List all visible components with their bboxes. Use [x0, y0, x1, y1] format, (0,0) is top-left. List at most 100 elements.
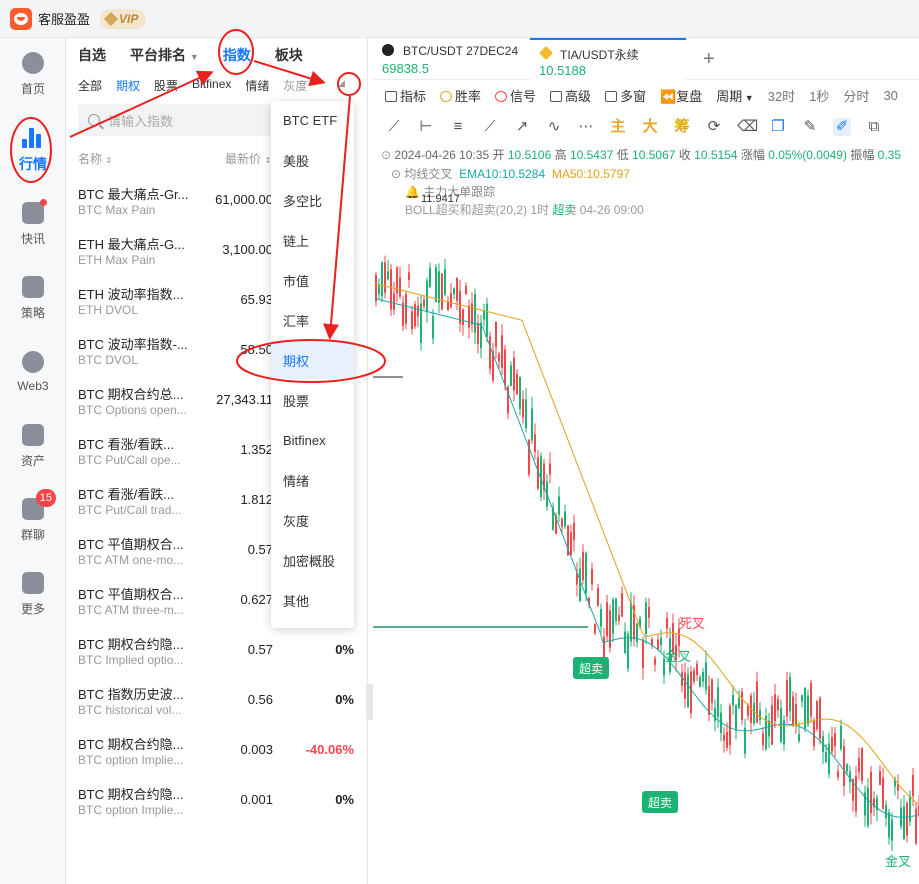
candle-body — [891, 819, 893, 841]
dropdown-option[interactable]: BTC ETF — [271, 101, 354, 139]
tab-watchlist[interactable]: 自选 — [78, 45, 106, 65]
close-tab-icon[interactable] — [382, 44, 394, 56]
period-1s[interactable]: 1秒 — [809, 86, 829, 105]
copy-icon[interactable]: ❐ — [769, 118, 787, 136]
candle-body — [597, 587, 599, 606]
more-tools-icon[interactable]: ⋯ — [577, 118, 595, 136]
dropdown-option[interactable]: 其他 — [271, 581, 354, 619]
hline-tool-icon[interactable]: ⊢ — [417, 118, 435, 136]
sidebar-item-news[interactable]: 快讯 — [0, 194, 66, 254]
candlestick-chart[interactable] — [373, 138, 919, 884]
col-price[interactable]: 最新价 ⇕ — [225, 150, 271, 167]
dropdown-option[interactable]: 美股 — [271, 141, 354, 179]
trendline-tool-icon[interactable]: ⟋ — [481, 118, 499, 136]
row-subname: BTC ATM three-m... — [78, 603, 184, 617]
row-price: 0.627 — [240, 592, 273, 607]
main-force-icon[interactable]: 主 — [609, 118, 627, 136]
candle-body — [825, 751, 827, 763]
subtab-options[interactable]: 期权 — [116, 77, 140, 94]
toolbar-replay[interactable]: ⏪复盘 — [660, 86, 702, 105]
candle-body — [660, 637, 662, 645]
dropdown-option[interactable]: 期权 — [271, 341, 354, 379]
toolbar-signals[interactable]: 信号 — [495, 86, 536, 105]
subtab-all[interactable]: 全部 — [78, 77, 102, 94]
sidebar-item-more[interactable]: 更多 — [0, 564, 66, 624]
more-tabs-icon[interactable]: ◢ — [338, 78, 354, 92]
sidebar-item-web3[interactable]: Web3 — [0, 342, 66, 402]
dropdown-option[interactable]: 市值 — [271, 261, 354, 299]
candle-body — [600, 609, 602, 627]
ray-tool-icon[interactable]: ↗ — [513, 118, 531, 136]
cycle-icon[interactable]: ⟳ — [705, 118, 723, 136]
big-order-icon[interactable]: 大 — [641, 118, 659, 136]
dropdown-option[interactable]: 灰度 — [271, 501, 354, 539]
golden-cross-label: 金叉 — [885, 854, 912, 869]
tab-platform-rank[interactable]: 平台排名 ▼ — [130, 45, 199, 65]
add-tab-icon[interactable]: + — [703, 48, 715, 71]
toolbar-period[interactable]: 周期 ▼ — [716, 86, 753, 105]
candle-body — [840, 725, 842, 749]
eraser-icon[interactable]: ⌫ — [737, 118, 758, 136]
sidebar-item-strategy[interactable]: 策略 — [0, 268, 66, 328]
table-row[interactable]: BTC 期权合约隐... BTC option Implie... 0.003 -40… — [66, 726, 368, 776]
candle-type-icon[interactable]: ⧉ — [865, 118, 883, 136]
channel-tool-icon[interactable]: ≡ — [449, 118, 467, 136]
table-row[interactable]: BTC 指数历史波... BTC historical vol... 0.56 0% — [66, 676, 368, 726]
vip-badge[interactable]: VIP — [100, 8, 147, 29]
oversold-signal[interactable]: 超卖 — [573, 657, 610, 679]
subtab-sentiment[interactable]: 情绪 — [245, 77, 269, 94]
row-subname: BTC Options open... — [78, 403, 187, 417]
category-dropdown: BTC ETF 美股 多空比 链上 市值 汇率 期权 股票 Bitfinex 情绪 灰度 加密概股 其他 — [271, 101, 354, 628]
candle-body — [879, 771, 881, 786]
candle-body — [522, 399, 524, 418]
wave-tool-icon[interactable]: ∿ — [545, 118, 563, 136]
sidebar-item-market[interactable]: 行情 — [0, 120, 66, 180]
candle-body — [909, 795, 911, 822]
candle-body — [534, 434, 536, 453]
candle-body — [732, 695, 734, 706]
candle-body — [819, 698, 821, 739]
dropdown-option[interactable]: 汇率 — [271, 301, 354, 339]
candle-body — [462, 309, 464, 326]
crosshair-tool-icon[interactable]: ⟋ — [385, 118, 403, 136]
row-price: 0.003 — [240, 742, 273, 757]
chip-icon[interactable]: 筹 — [673, 118, 691, 136]
candle-body — [786, 680, 788, 717]
col-name[interactable]: 名称 ⇕ — [78, 150, 112, 167]
period-timeshare[interactable]: 分时 — [843, 86, 869, 105]
candle-body — [393, 293, 395, 310]
tab-sector[interactable]: 板块 — [275, 45, 303, 65]
candle-body — [642, 639, 644, 669]
dropdown-option[interactable]: 股票 — [271, 381, 354, 419]
subtab-stocks[interactable]: 股票 — [154, 77, 178, 94]
multiwindow-icon — [605, 90, 618, 102]
table-row[interactable]: BTC 期权合约隐... BTC option Implie... 0.001 0% — [66, 776, 368, 826]
subtab-bitfinex[interactable]: Bitfinex — [192, 77, 231, 94]
oversold-signal[interactable]: 超卖 — [642, 791, 679, 813]
row-name: BTC 期权合约隐... — [78, 737, 184, 752]
sidebar-item-chat[interactable]: 15 群聊 — [0, 488, 66, 550]
dropdown-option[interactable]: Bitfinex — [271, 421, 354, 459]
dropdown-option[interactable]: 加密概股 — [271, 541, 354, 579]
period-32h[interactable]: 32时 — [768, 86, 795, 105]
toolbar-winrate[interactable]: 胜率 — [440, 86, 481, 105]
diamond-icon — [103, 11, 119, 26]
candle-body — [591, 569, 593, 585]
sidebar-item-home[interactable]: 首页 — [0, 44, 66, 104]
toolbar-multiwindow[interactable]: 多窗 — [605, 86, 646, 105]
toolbar-advanced[interactable]: 高级 — [550, 86, 591, 105]
chart-tab-btc[interactable]: BTC/USDT 27DEC24 69838.5 — [373, 38, 523, 80]
subtab-grayscale[interactable]: 灰度 — [283, 77, 307, 94]
pen-icon[interactable]: ✎ — [801, 118, 819, 136]
table-row[interactable]: BTC 期权合约隐... BTC Implied optio... 0.57 0% — [66, 626, 368, 676]
toolbar-indicators[interactable]: 指标 — [385, 86, 426, 105]
tab-index[interactable]: 指数 — [223, 45, 251, 65]
chart-tab-tia[interactable]: TIA/USDT永续 10.5188 — [530, 38, 686, 80]
candle-body — [549, 463, 551, 475]
brush-icon[interactable]: ✐ — [833, 118, 851, 136]
dropdown-option[interactable]: 链上 — [271, 221, 354, 259]
dropdown-option[interactable]: 情绪 — [271, 461, 354, 499]
dropdown-option[interactable]: 多空比 — [271, 181, 354, 219]
sidebar-item-assets[interactable]: 资产 — [0, 416, 66, 476]
period-30[interactable]: 30 — [883, 88, 897, 103]
